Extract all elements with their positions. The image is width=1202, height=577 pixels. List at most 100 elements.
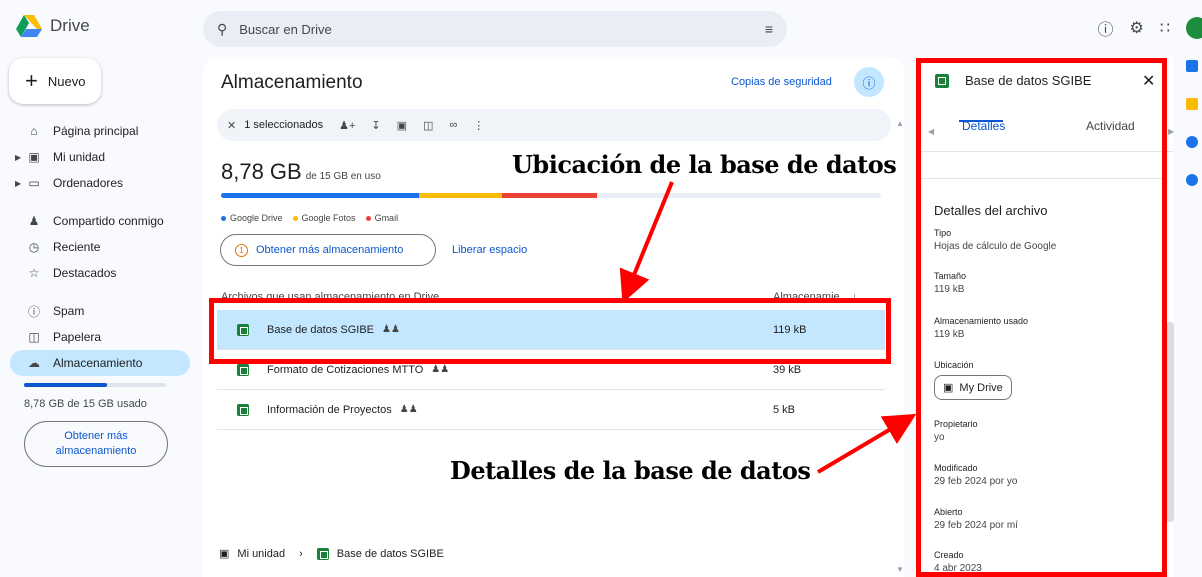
sidebar-item-computers[interactable]: ▶ ▭ Ordenadores (10, 170, 190, 196)
contacts-icon[interactable] (1186, 174, 1198, 186)
panel-scrollbar[interactable] (1166, 322, 1174, 522)
sidebar-item-label: Página principal (53, 124, 139, 138)
new-button[interactable]: + Nuevo (9, 58, 101, 104)
clock-icon: ◷ (28, 240, 40, 254)
breadcrumb-current[interactable]: Base de datos SGIBE (337, 548, 444, 560)
get-more-label: Obtener más almacenamiento (256, 244, 404, 256)
sidebar-item-label: Reciente (53, 240, 101, 254)
drive-logo[interactable]: Drive (16, 15, 90, 37)
sidebar-item-spam[interactable]: ⓘ Spam (10, 298, 190, 324)
usage-segment (501, 193, 598, 198)
annotation-details-text: Detalles de la base de datos (450, 456, 811, 485)
sidebar-nav: ⌂ Página principal ▶ ▣ Mi unidad ▶ ▭ Ord… (10, 118, 190, 376)
scroll-right-icon[interactable]: ▶ (1168, 127, 1174, 136)
usage-legend: Google Drive Google Fotos Gmail (221, 213, 398, 223)
file-size: 39 kB (773, 363, 802, 376)
side-apps-strip (1180, 60, 1202, 212)
trash-icon: ◫ (28, 330, 40, 344)
sheets-icon (316, 547, 329, 560)
page-title: Almacenamiento (221, 72, 363, 93)
sidebar-item-label: Mi unidad (53, 150, 106, 164)
scroll-up-arrow-icon[interactable]: ▲ (896, 119, 904, 128)
free-space-link[interactable]: Liberar espacio (452, 244, 527, 256)
storage-total: de 15 GB en uso (305, 171, 381, 182)
file-size: 5 kB (773, 403, 796, 416)
get-more-storage-button[interactable]: 1 Obtener más almacenamiento (220, 234, 436, 266)
avatar[interactable] (1186, 17, 1202, 39)
app-title: Drive (50, 16, 90, 35)
backup-link[interactable]: Copias de seguridad (731, 76, 832, 88)
file-name: Información de Proyectos (267, 403, 392, 416)
upgrade-icon: 1 (235, 243, 248, 257)
sheets-icon (237, 403, 249, 416)
tasks-icon[interactable] (1186, 136, 1198, 148)
table-row[interactable]: Información de Proyectos ♟♟ 5 kB (217, 390, 885, 430)
sidebar-item-label: Destacados (53, 266, 117, 280)
scroll-down-arrow-icon[interactable]: ▼ (896, 565, 904, 574)
sidebar-item-shared[interactable]: ♟ Compartido conmigo (10, 208, 190, 234)
keep-icon[interactable] (1186, 98, 1198, 110)
file-name: Formato de Cotizaciones MTTO (267, 363, 424, 376)
search-input[interactable] (239, 21, 753, 37)
selection-toolbar: ✕ 1 seleccionados ♟+ ↧ ▣ ◫ ∞ ⋮ (217, 109, 891, 141)
new-button-label: Nuevo (47, 73, 86, 89)
storage-used: 8,78 GB (221, 159, 302, 184)
breadcrumb-root[interactable]: Mi unidad (237, 548, 285, 560)
apps-grid-icon[interactable]: ∷ (1160, 18, 1170, 38)
storage-amount: 8,78 GB de 15 GB en uso (221, 159, 381, 185)
sheets-icon (237, 363, 249, 376)
info-button[interactable]: ⓘ (854, 67, 884, 97)
sidebar-item-storage[interactable]: ☁ Almacenamiento (10, 350, 190, 376)
legend-photos: Google Fotos (292, 213, 356, 223)
quota-text: 8,78 GB de 15 GB usado (24, 398, 147, 410)
annotation-box-details (916, 58, 1167, 577)
sidebar-item-label: Ordenadores (53, 176, 124, 190)
settings-icon[interactable]: ⚙ (1129, 18, 1143, 38)
sidebar-item-recent[interactable]: ◷ Reciente (10, 234, 190, 260)
computer-icon: ▭ (28, 176, 40, 190)
sidebar-item-starred[interactable]: ☆ Destacados (10, 260, 190, 286)
shared-icon: ♟♟ (431, 364, 450, 375)
caret-right-icon[interactable]: ▶ (15, 153, 21, 162)
annotation-location-text: Ubicación de la base de datos (512, 150, 897, 179)
annotation-box-files (209, 298, 891, 364)
sidebar-item-label: Compartido conmigo (53, 214, 164, 228)
sidebar-item-my-drive[interactable]: ▶ ▣ Mi unidad (10, 144, 190, 170)
quota-bar (24, 383, 166, 387)
close-selection-icon[interactable]: ✕ (227, 119, 236, 132)
drive-logo-icon (16, 15, 42, 37)
usage-segment (419, 193, 502, 198)
move-icon[interactable]: ▣ (397, 119, 407, 132)
star-icon: ☆ (28, 266, 40, 280)
search-bar[interactable]: ⚲ ≡ (203, 11, 787, 47)
caret-right-icon[interactable]: ▶ (15, 179, 21, 188)
usage-segment (221, 193, 419, 198)
share-icon[interactable]: ♟+ (339, 119, 355, 132)
link-icon[interactable]: ∞ (449, 119, 457, 131)
shared-icon: ♟♟ (399, 404, 418, 415)
sidebar-item-label: Almacenamiento (53, 356, 143, 370)
search-icon[interactable]: ⚲ (217, 21, 227, 38)
quota-bar-fill (24, 383, 108, 387)
sidebar-item-label: Papelera (53, 330, 102, 344)
trash-icon[interactable]: ◫ (423, 119, 433, 132)
drive-icon: ▣ (28, 150, 40, 164)
breadcrumb: ▣ Mi unidad › Base de datos SGIBE (219, 547, 444, 560)
home-icon: ⌂ (30, 124, 38, 138)
spam-icon: ⓘ (27, 304, 40, 319)
sidebar-item-trash[interactable]: ◫ Papelera (10, 324, 190, 350)
drive-icon: ▣ (219, 548, 230, 560)
plus-icon: + (25, 68, 38, 93)
download-icon[interactable]: ↧ (371, 119, 380, 132)
calendar-icon[interactable] (1186, 60, 1198, 72)
info-icon: ⓘ (862, 75, 876, 91)
legend-gmail: Gmail (365, 213, 398, 223)
people-icon: ♟ (28, 214, 40, 228)
legend-drive: Google Drive (221, 213, 283, 223)
search-options-icon[interactable]: ≡ (765, 21, 773, 37)
help-icon[interactable]: ⓘ (1097, 16, 1113, 40)
cloud-icon: ☁ (28, 356, 40, 370)
more-storage-button[interactable]: Obtener más almacenamiento (24, 421, 168, 467)
more-vert-icon[interactable]: ⋮ (473, 119, 484, 132)
sidebar-item-home[interactable]: ⌂ Página principal (10, 118, 190, 144)
